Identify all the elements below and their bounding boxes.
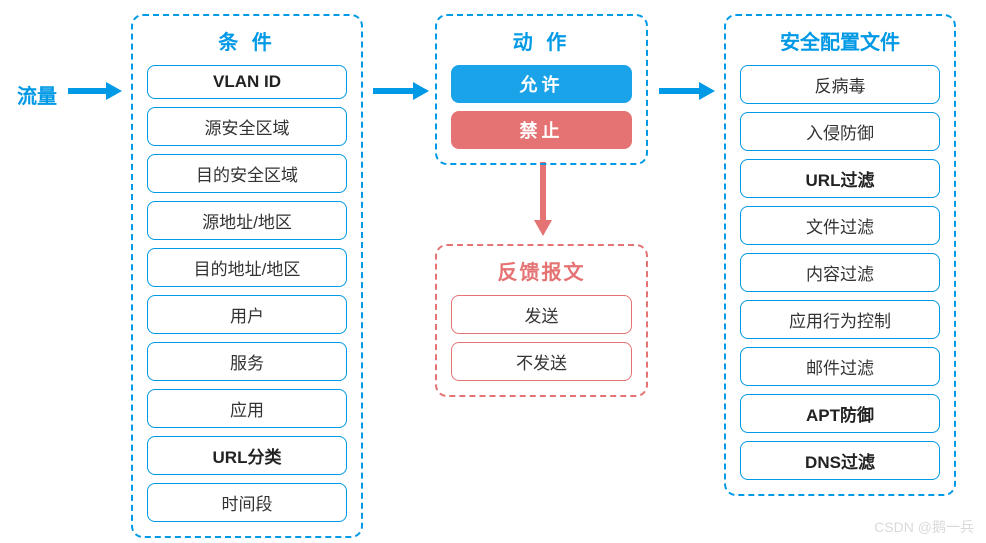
- feedback-title: 反馈报文: [451, 256, 632, 285]
- list-item: 服务: [147, 342, 347, 381]
- list-item: 应用: [147, 389, 347, 428]
- list-item: 反病毒: [740, 65, 940, 104]
- list-item: 目的地址/地区: [147, 248, 347, 287]
- list-item: 入侵防御: [740, 112, 940, 151]
- profiles-list: 反病毒入侵防御 URL过滤文件过滤内容过滤应用行为控制邮件过滤 APT防御 DNS过滤: [740, 65, 940, 480]
- list-item: 源地址/地区: [147, 201, 347, 240]
- list-item: VLAN ID: [147, 65, 347, 99]
- list-item: 不发送: [451, 342, 632, 381]
- list-item: URL过滤: [740, 159, 940, 198]
- watermark: CSDN @鹅一兵: [874, 517, 974, 537]
- action-deny: 禁止: [451, 111, 632, 149]
- list-item: 目的安全区域: [147, 154, 347, 193]
- list-item: 用户: [147, 295, 347, 334]
- list-item: 发送: [451, 295, 632, 334]
- list-item: 文件过滤: [740, 206, 940, 245]
- conditions-panel: 条 件 VLAN ID 源安全区域目的安全区域源地址/地区目的地址/地区用户服务应…: [131, 14, 363, 538]
- arrow-actions-to-profiles: [659, 88, 699, 94]
- traffic-label: 流量: [17, 80, 57, 109]
- actions-panel: 动 作 允许 禁止: [435, 14, 648, 165]
- list-item: 时间段: [147, 483, 347, 522]
- feedback-panel: 反馈报文 发送不发送: [435, 244, 648, 397]
- conditions-title: 条 件: [147, 26, 347, 55]
- profiles-title: 安全配置文件: [740, 26, 940, 55]
- action-allow: 允许: [451, 65, 632, 103]
- list-item: 内容过滤: [740, 253, 940, 292]
- list-item: 源安全区域: [147, 107, 347, 146]
- arrow-deny-to-feedback: [540, 162, 546, 220]
- arrow-traffic-to-conditions: [68, 88, 106, 94]
- list-item: 邮件过滤: [740, 347, 940, 386]
- arrow-conditions-to-actions: [373, 88, 413, 94]
- list-item: APT防御: [740, 394, 940, 433]
- list-item: URL分类: [147, 436, 347, 475]
- feedback-list: 发送不发送: [451, 295, 632, 381]
- list-item: DNS过滤: [740, 441, 940, 480]
- list-item: 应用行为控制: [740, 300, 940, 339]
- profiles-panel: 安全配置文件 反病毒入侵防御 URL过滤文件过滤内容过滤应用行为控制邮件过滤 APT…: [724, 14, 956, 496]
- actions-title: 动 作: [451, 26, 632, 55]
- conditions-list: VLAN ID 源安全区域目的安全区域源地址/地区目的地址/地区用户服务应用 URL…: [147, 65, 347, 522]
